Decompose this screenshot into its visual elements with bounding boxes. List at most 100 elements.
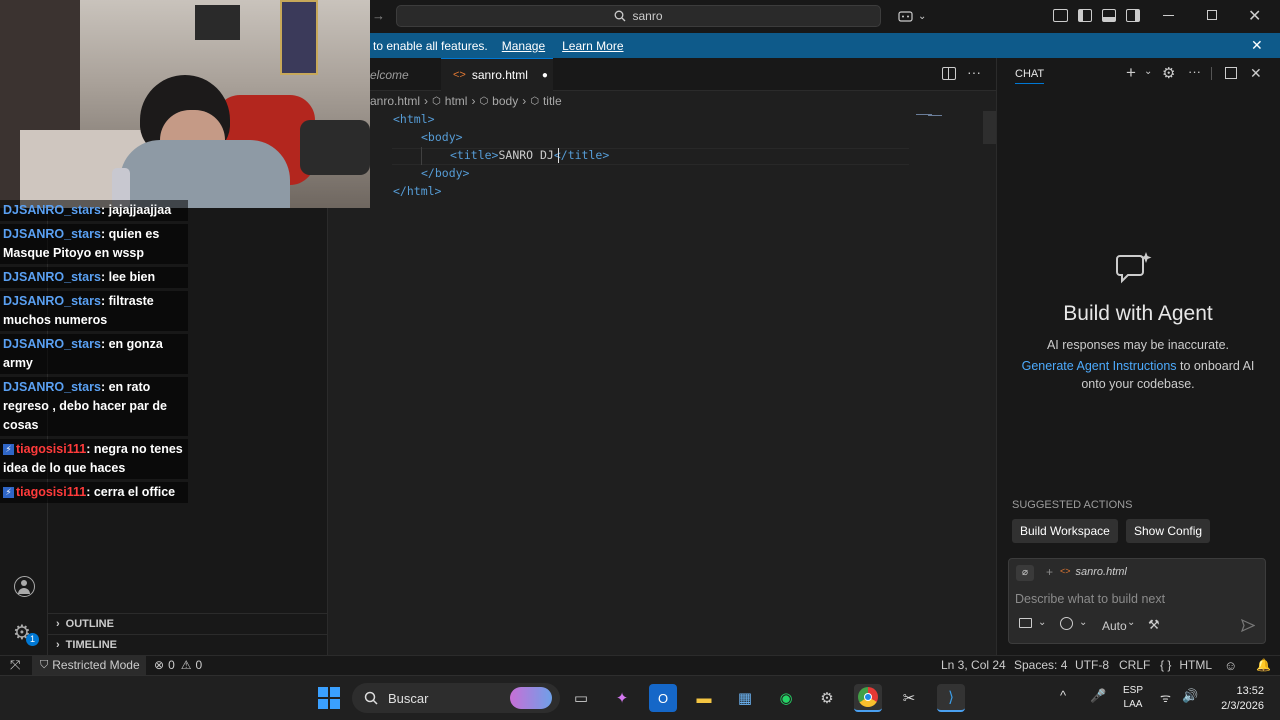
microphone-icon[interactable]: 🎤	[1090, 688, 1106, 704]
chevron-down-icon[interactable]: ⌄	[1079, 617, 1087, 628]
add-context-icon[interactable]: +	[1046, 565, 1053, 579]
chat-input-placeholder[interactable]: Describe what to build next	[1015, 592, 1165, 606]
clock[interactable]: 13:52 2/3/2026	[1206, 684, 1264, 714]
minimap[interactable]	[916, 112, 944, 118]
encoding-status[interactable]: UTF-8	[1075, 655, 1109, 675]
chat-username: tiagosisi111	[16, 442, 87, 456]
maximize-icon[interactable]	[1225, 67, 1237, 79]
build-workspace-button[interactable]: Build Workspace	[1012, 519, 1118, 543]
agent-mode-icon[interactable]	[1019, 618, 1032, 628]
chevron-down-icon[interactable]: ⌄	[1144, 66, 1152, 77]
tab-sanro-html[interactable]: <> sanro.html ●	[441, 58, 553, 91]
restore-icon[interactable]	[1207, 10, 1217, 20]
capcut-icon[interactable]: ✂	[895, 684, 923, 712]
chat-description: Generate Agent Instructions to onboard A…	[996, 359, 1280, 373]
close-banner-icon[interactable]: ✕	[1251, 37, 1263, 54]
code-line-1[interactable]: <html>	[393, 112, 435, 126]
problems-status[interactable]: ⊗ 0 ⚠ 0	[154, 655, 202, 675]
outline-section[interactable]: › OUTLINE	[48, 613, 328, 634]
breadcrumb-body[interactable]: body	[492, 94, 518, 108]
cursor-position[interactable]: Ln 3, Col 24	[941, 655, 1006, 675]
timeline-section[interactable]: › TIMELINE	[48, 634, 328, 655]
code-line-4[interactable]: </body>	[421, 166, 469, 180]
attach-icon[interactable]: ⌀	[1016, 565, 1034, 581]
chat-settings-icon[interactable]: ⚙	[1162, 64, 1175, 82]
toggle-secondary-sidebar-icon[interactable]	[1126, 9, 1140, 22]
copilot-button[interactable]: ⌄	[898, 8, 936, 25]
minimize-icon[interactable]	[1163, 15, 1174, 16]
chat-username: DJSANRO_stars	[3, 227, 101, 241]
element-icon: ⬡	[479, 95, 489, 107]
chat-message-text: : jajajjaajjaa	[100, 203, 172, 217]
code-line-2[interactable]: <body>	[421, 130, 463, 144]
generate-instructions-link[interactable]: Generate Agent Instructions	[1022, 359, 1177, 373]
new-chat-icon[interactable]: +	[1126, 63, 1136, 83]
chat-description-line2: onto your codebase.	[1081, 377, 1195, 391]
lang-line1: ESP	[1123, 685, 1144, 696]
more-actions-icon[interactable]: ···	[1188, 64, 1201, 79]
breadcrumb-html[interactable]: html	[445, 94, 468, 108]
chat-username: DJSANRO_stars	[3, 270, 101, 284]
chat-desc-rest: to onboard AI	[1176, 359, 1255, 373]
code-line-5[interactable]: </html>	[393, 184, 441, 198]
taskbar-search[interactable]: Buscar	[352, 683, 560, 713]
restricted-mode-status[interactable]: ⛉ Restricted Mode	[32, 655, 146, 675]
model-picker[interactable]: Auto	[1102, 619, 1127, 633]
html-open-tag: <html>	[393, 112, 435, 126]
volume-icon[interactable]: 🔊	[1182, 688, 1198, 704]
manage-link[interactable]: Manage	[502, 39, 545, 53]
forward-arrow-icon[interactable]: →	[372, 8, 385, 23]
copilot-status-icon[interactable]: ☺	[1224, 655, 1237, 675]
close-chat-icon[interactable]: ✕	[1250, 65, 1262, 82]
html-file-icon: <>	[1060, 566, 1071, 576]
chevron-down-icon: ⌄	[918, 11, 927, 22]
microsoft-store-icon[interactable]: ▦	[731, 684, 759, 712]
windows-start-icon[interactable]	[318, 687, 340, 709]
stream-chat-message: ⚡ tiagosisi111: cerra el office	[0, 482, 188, 503]
chevron-down-icon[interactable]: ⌄	[1127, 617, 1135, 628]
gear-app-icon[interactable]: ⚙	[813, 684, 841, 712]
vscode-icon[interactable]: ⟩	[937, 684, 965, 712]
warning-count: 0	[195, 658, 203, 672]
notifications-bell-icon[interactable]: 🔔	[1256, 655, 1271, 675]
close-window-icon[interactable]: ✕	[1248, 6, 1261, 26]
breadcrumb-title[interactable]: title	[543, 94, 562, 108]
editor-scrollbar[interactable]	[983, 111, 996, 144]
command-center-search[interactable]: sanro	[396, 5, 881, 27]
chevron-down-icon[interactable]: ⌄	[1038, 617, 1046, 628]
attached-file-chip[interactable]: <> sanro.html	[1060, 566, 1127, 578]
breadcrumb-file[interactable]: anro.html	[370, 94, 420, 108]
split-editor-icon[interactable]	[942, 67, 956, 80]
stream-chat-overlay: DJSANRO_stars : jajajjaajjaa DJSANRO_stars…	[0, 200, 190, 506]
file-explorer-icon[interactable]: ▬	[690, 684, 718, 712]
customize-layout-icon[interactable]	[1053, 9, 1068, 22]
more-actions-icon[interactable]: ···	[967, 64, 981, 80]
chat-header[interactable]: CHAT	[1015, 68, 1045, 84]
indentation-status[interactable]: Spaces: 4	[1014, 655, 1067, 675]
remote-indicator[interactable]: ⤧	[10, 655, 20, 675]
copilot-app-icon[interactable]: ✦	[608, 684, 636, 712]
unsaved-dot-icon[interactable]: ●	[542, 70, 548, 81]
accounts-icon[interactable]	[14, 576, 35, 597]
learn-more-link[interactable]: Learn More	[562, 39, 623, 53]
eol-status[interactable]: CRLF	[1119, 655, 1150, 675]
wifi-icon[interactable]: ᯤ	[1160, 689, 1171, 706]
tools-icon[interactable]: ⚒	[1148, 617, 1160, 633]
show-config-button[interactable]: Show Config	[1126, 519, 1211, 543]
language-status[interactable]: { } HTML	[1160, 655, 1212, 675]
toggle-panel-icon[interactable]	[1102, 9, 1116, 22]
language-indicator[interactable]: ESP LAA	[1123, 684, 1143, 712]
whatsapp-icon[interactable]: ◉	[772, 684, 800, 712]
toggle-primary-sidebar-icon[interactable]	[1078, 9, 1092, 22]
send-icon[interactable]	[1241, 619, 1255, 632]
task-view-icon[interactable]: ▭	[567, 684, 595, 712]
search-label: Buscar	[388, 690, 429, 706]
outlook-icon[interactable]: O	[649, 684, 677, 712]
chat-username: DJSANRO_stars	[3, 294, 101, 308]
error-count: 0	[168, 658, 175, 672]
code-line-3[interactable]: <title>SANRO DJ</title>	[450, 148, 609, 162]
suggested-actions-label: SUGGESTED ACTIONS	[1012, 499, 1133, 511]
model-icon[interactable]	[1060, 617, 1073, 630]
chrome-icon[interactable]	[854, 684, 882, 712]
tray-chevron-up-icon[interactable]: ^	[1060, 688, 1066, 703]
